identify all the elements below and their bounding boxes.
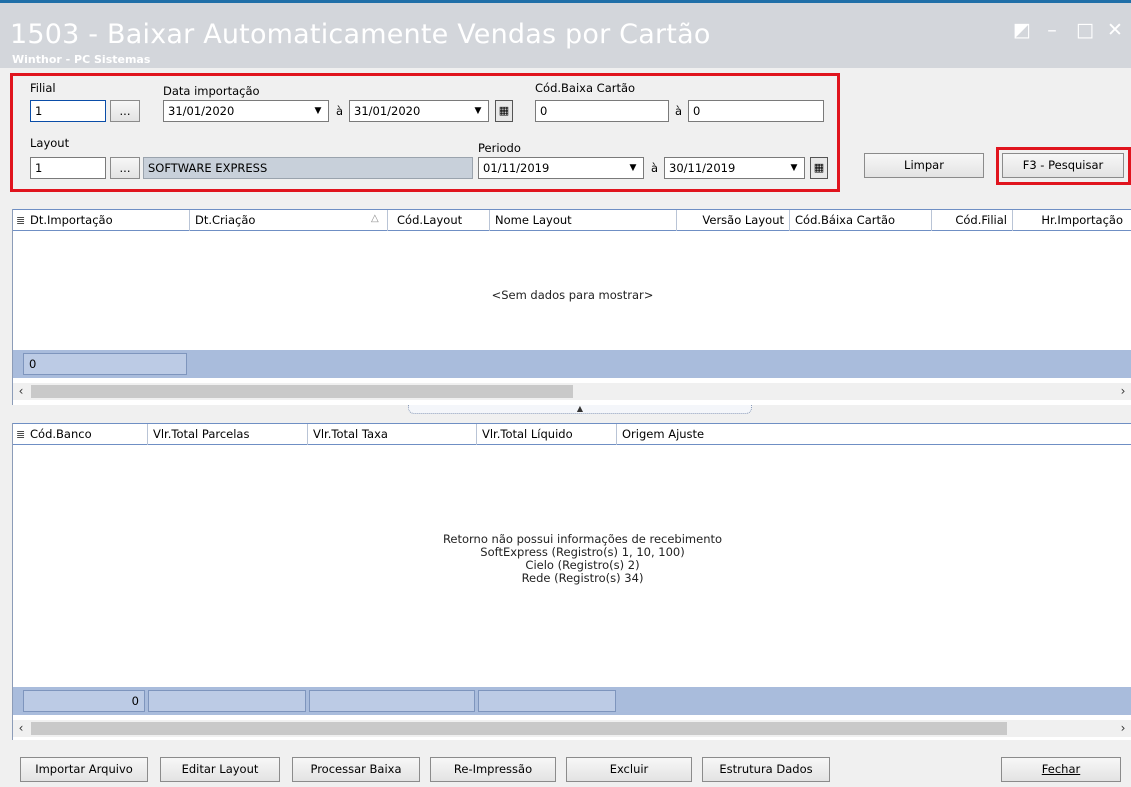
filial-label: Filial: [30, 81, 56, 95]
pesquisar-button[interactable]: F3 - Pesquisar: [1002, 153, 1124, 178]
scroll-right-icon[interactable]: ›: [1115, 383, 1131, 400]
layout-input[interactable]: 1: [30, 157, 106, 179]
periodo-label: Periodo: [478, 141, 521, 155]
periodo-to-field[interactable]: 30/11/2019 ▼: [664, 157, 805, 179]
cod-baixa-from-input[interactable]: 0: [535, 100, 669, 122]
column-header[interactable]: Vlr.Total Parcelas: [148, 424, 308, 445]
footer-count: 0: [23, 353, 187, 375]
column-header[interactable]: Cód.Banco: [25, 424, 148, 445]
scrollbar-thumb[interactable]: [31, 722, 1007, 735]
scroll-left-icon[interactable]: ‹: [13, 383, 29, 400]
range-separator: à: [651, 161, 659, 175]
range-separator: à: [336, 104, 344, 118]
column-header[interactable]: Vlr.Total Taxa: [308, 424, 477, 445]
horizontal-scrollbar[interactable]: ‹ ›: [13, 383, 1131, 400]
restore-icon[interactable]: ◩: [1011, 19, 1033, 41]
chevron-down-icon[interactable]: ▼: [469, 101, 487, 121]
empty-message-line: Rede (Registro(s) 34): [521, 571, 644, 585]
grid-header: ≣ Dt.Importação Dt.Criação △ Cód.Layout …: [13, 209, 1131, 231]
importacoes-grid: ≣ Dt.Importação Dt.Criação △ Cód.Layout …: [12, 209, 1131, 405]
column-header[interactable]: Dt.Importação: [25, 210, 190, 231]
column-header[interactable]: Nome Layout: [490, 210, 677, 231]
minimize-icon[interactable]: –: [1041, 19, 1063, 41]
scrollbar-thumb[interactable]: [31, 385, 573, 398]
importar-arquivo-button[interactable]: Importar Arquivo: [20, 757, 148, 782]
periodo-from-field[interactable]: 01/11/2019 ▼: [478, 157, 644, 179]
periodo-from-value: 01/11/2019: [483, 161, 550, 175]
calendar-icon[interactable]: ▦: [495, 100, 513, 122]
grid-footer: 0: [13, 350, 1131, 378]
column-header[interactable]: Vlr.Total Líquido: [477, 424, 617, 445]
recebimentos-grid: ≣ Cód.Banco Vlr.Total Parcelas Vlr.Total…: [12, 423, 1131, 740]
window-title: 1503 - Baixar Automaticamente Vendas por…: [10, 19, 711, 50]
data-importacao-to-value: 31/01/2020: [354, 104, 421, 118]
layout-label: Layout: [30, 136, 70, 150]
calendar-icon[interactable]: ▦: [810, 157, 828, 179]
column-header[interactable]: Versão Layout: [677, 210, 790, 231]
scroll-right-icon[interactable]: ›: [1115, 720, 1131, 737]
column-chooser-icon[interactable]: ≣: [16, 428, 25, 441]
footer-cell: [148, 690, 306, 712]
estrutura-dados-button[interactable]: Estrutura Dados: [702, 757, 830, 782]
chevron-up-icon: ▲: [576, 404, 584, 413]
column-header[interactable]: Cód.Báixa Cartão: [790, 210, 932, 231]
sort-ascending-icon: △: [371, 213, 379, 224]
cod-baixa-label: Cód.Baixa Cartão: [535, 81, 636, 95]
column-header[interactable]: Hr.Importação: [1013, 210, 1131, 231]
column-header[interactable]: Cód.Filial: [932, 210, 1013, 231]
excluir-button[interactable]: Excluir: [566, 757, 692, 782]
data-importacao-from-value: 31/01/2020: [168, 104, 235, 118]
grid-footer: 0: [13, 687, 1131, 715]
layout-lookup-button[interactable]: ...: [110, 157, 140, 179]
processar-baixa-button[interactable]: Processar Baixa: [292, 757, 420, 782]
splitter-handle[interactable]: ▲: [408, 405, 752, 414]
scroll-left-icon[interactable]: ‹: [13, 720, 29, 737]
empty-message: <Sem dados para mostrar>: [491, 288, 654, 302]
data-importacao-label: Data importação: [163, 84, 260, 98]
grid-header: ≣ Cód.Banco Vlr.Total Parcelas Vlr.Total…: [13, 423, 1131, 445]
layout-name-field: SOFTWARE EXPRESS: [143, 157, 473, 179]
column-header[interactable]: Cód.Layout: [388, 210, 490, 231]
chevron-down-icon[interactable]: ▼: [309, 101, 327, 121]
footer-cell: [478, 690, 616, 712]
column-header[interactable]: Origem Ajuste: [617, 424, 1131, 445]
editar-layout-button[interactable]: Editar Layout: [160, 757, 280, 782]
maximize-icon[interactable]: □: [1074, 19, 1096, 41]
window-subtitle: Winthor - PC Sistemas: [12, 53, 151, 66]
re-impressao-button[interactable]: Re-Impressão: [430, 757, 556, 782]
footer-count: 0: [23, 690, 145, 712]
chevron-down-icon[interactable]: ▼: [624, 158, 642, 178]
range-separator: à: [675, 104, 683, 118]
horizontal-scrollbar[interactable]: ‹ ›: [13, 720, 1131, 737]
empty-message: Retorno não possui informações de recebi…: [13, 533, 1131, 585]
column-header[interactable]: Dt.Criação: [190, 210, 388, 231]
footer-cell: [309, 690, 475, 712]
filial-input[interactable]: 1: [30, 100, 106, 122]
close-icon[interactable]: ✕: [1104, 19, 1126, 41]
data-importacao-to-field[interactable]: 31/01/2020 ▼: [349, 100, 489, 122]
cod-baixa-to-input[interactable]: 0: [688, 100, 824, 122]
filial-lookup-button[interactable]: ...: [110, 100, 140, 122]
title-bar: 1503 - Baixar Automaticamente Vendas por…: [0, 0, 1131, 68]
data-importacao-from-field[interactable]: 31/01/2020 ▼: [163, 100, 329, 122]
column-chooser-icon[interactable]: ≣: [16, 214, 25, 227]
chevron-down-icon[interactable]: ▼: [785, 158, 803, 178]
periodo-to-value: 30/11/2019: [669, 161, 736, 175]
fechar-button[interactable]: Fechar: [1001, 757, 1121, 782]
limpar-button[interactable]: Limpar: [864, 153, 984, 178]
